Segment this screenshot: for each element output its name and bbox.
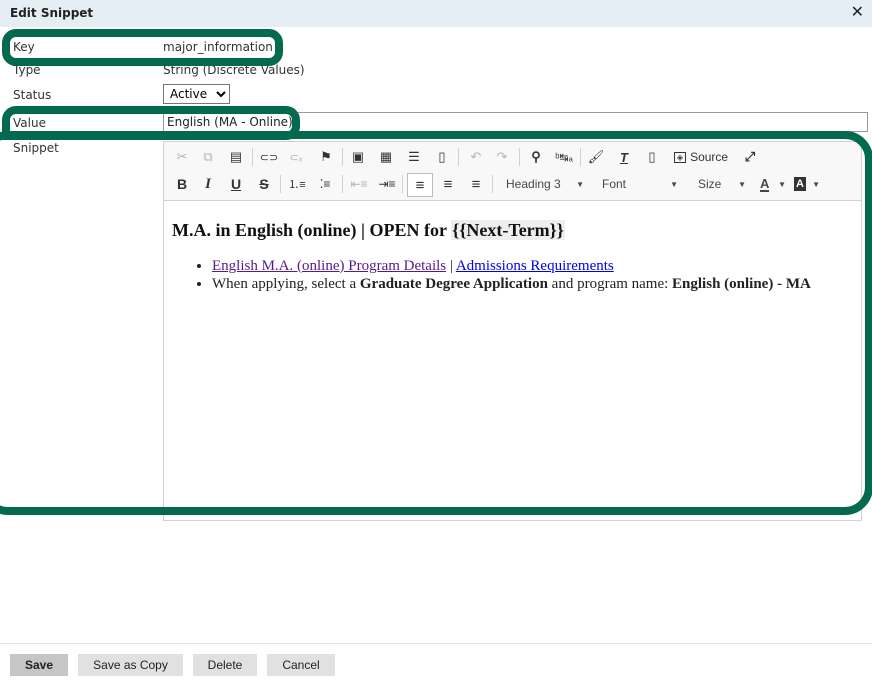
font-combo[interactable]: Font ▼ <box>602 173 678 195</box>
status-label: Status <box>13 88 52 102</box>
toolbar-separator <box>342 175 343 193</box>
remove-format-icon[interactable]: T <box>614 146 634 168</box>
toolbar-separator <box>342 148 343 166</box>
snippet-label: Snippet <box>13 141 59 155</box>
save-as-copy-button[interactable]: Save as Copy <box>78 654 183 676</box>
toolbar-separator <box>580 148 581 166</box>
next-term-placeholder: {{Next-Term}} <box>451 220 565 240</box>
list-item: When applying, select a Graduate Degree … <box>212 275 853 293</box>
align-right-icon[interactable]: ≡ <box>466 173 486 195</box>
horizontal-line-icon[interactable]: ☰ <box>404 146 424 168</box>
list-item: English M.A. (online) Program Details | … <box>212 257 853 275</box>
editor-content[interactable]: M.A. in English (online) | OPEN for {{Ne… <box>172 220 853 293</box>
numbered-list-icon[interactable]: ⒈≡ <box>286 173 308 195</box>
size-combo-value: Size <box>698 177 722 191</box>
increase-indent-icon[interactable]: ⇥≡ <box>376 173 398 195</box>
format-combo[interactable]: Heading 3 ▼ <box>506 173 584 195</box>
replace-icon[interactable]: ᵇ↹ₐ <box>554 146 574 168</box>
key-value: major_information <box>163 40 273 54</box>
unlink-icon[interactable]: ⊂ₓ <box>286 146 306 168</box>
toolbar-separator <box>280 175 281 193</box>
copy-format-icon[interactable]: 🖌 <box>586 146 606 168</box>
admissions-requirements-link[interactable]: Admissions Requirements <box>456 258 614 274</box>
delete-button[interactable]: Delete <box>193 654 257 676</box>
heading-text: M.A. in English (online) | OPEN for <box>172 220 452 240</box>
dialog-title: Edit Snippet <box>10 6 94 20</box>
undo-icon[interactable]: ↶ <box>466 146 486 168</box>
list-bold-text: English (online) - MA <box>672 276 811 292</box>
text-color-button[interactable]: A ▼ <box>760 173 786 195</box>
chevron-down-icon: ▼ <box>778 179 786 189</box>
toolbar-separator <box>492 175 493 193</box>
source-icon: ◈ <box>673 151 687 163</box>
paste-icon[interactable]: ▤ <box>226 146 246 168</box>
editor-toolbar: ✂ ⧉ ▤ ⊂⊃ ⊂ₓ ⚑ ▣ ▦ ☰ ▯ ↶ ↷ ⚲ ᵇ↹ₐ 🖌 T ▯ ◈ … <box>164 142 861 201</box>
bulleted-list-icon[interactable]: ⁚≡ <box>314 173 336 195</box>
redo-icon[interactable]: ↷ <box>492 146 512 168</box>
toolbar-separator <box>402 175 403 193</box>
anchor-flag-icon[interactable]: ⚑ <box>316 146 336 168</box>
align-left-icon[interactable]: ≡ <box>407 173 433 197</box>
link-separator: | <box>446 258 456 274</box>
toolbar-separator <box>519 148 520 166</box>
chevron-down-icon: ▼ <box>812 179 820 189</box>
link-icon[interactable]: ⊂⊃ <box>259 146 279 168</box>
type-value: String (Discrete Values) <box>163 63 305 77</box>
image-icon[interactable]: ▣ <box>348 146 368 168</box>
value-label: Value <box>13 116 46 130</box>
source-label: Source <box>690 150 729 164</box>
font-combo-value: Font <box>602 177 627 191</box>
format-combo-value: Heading 3 <box>506 177 561 191</box>
snippet-bullet-list: English M.A. (online) Program Details | … <box>172 257 853 293</box>
dialog-titlebar: Edit Snippet ✕ <box>0 0 872 27</box>
size-combo[interactable]: Size ▼ <box>698 173 746 195</box>
show-blocks-icon[interactable]: ▯ <box>642 146 662 168</box>
maximize-icon[interactable]: ⤢ <box>740 146 760 168</box>
value-input[interactable] <box>163 112 868 132</box>
underline-icon[interactable]: U <box>226 173 246 195</box>
copy-icon[interactable]: ⧉ <box>198 146 218 168</box>
find-icon[interactable]: ⚲ <box>526 146 546 168</box>
toolbar-separator <box>458 148 459 166</box>
toolbar-separator <box>252 148 253 166</box>
chevron-down-icon: ▼ <box>670 179 678 189</box>
align-center-icon[interactable]: ≡ <box>438 173 458 195</box>
decrease-indent-icon[interactable]: ⇤≡ <box>348 173 370 195</box>
footer-divider <box>0 643 872 644</box>
list-text: When applying, select a <box>212 276 360 292</box>
italic-icon[interactable]: I <box>198 173 218 195</box>
source-button[interactable]: ◈ Source <box>670 146 732 168</box>
bold-icon[interactable]: B <box>172 173 192 195</box>
rich-text-editor: ✂ ⧉ ▤ ⊂⊃ ⊂ₓ ⚑ ▣ ▦ ☰ ▯ ↶ ↷ ⚲ ᵇ↹ₐ 🖌 T ▯ ◈ … <box>163 141 862 521</box>
background-color-icon: A <box>794 177 806 191</box>
background-color-button[interactable]: A ▼ <box>794 173 820 195</box>
save-button[interactable]: Save <box>10 654 68 676</box>
table-icon[interactable]: ▦ <box>376 146 396 168</box>
key-label: Key <box>13 40 35 54</box>
page-break-icon[interactable]: ▯ <box>432 146 452 168</box>
chevron-down-icon: ▼ <box>738 179 746 189</box>
chevron-down-icon: ▼ <box>576 179 584 189</box>
close-icon[interactable]: ✕ <box>851 3 864 21</box>
strikethrough-icon[interactable]: S <box>254 173 274 195</box>
text-color-icon: A <box>760 175 770 192</box>
status-select[interactable]: Active <box>163 84 230 104</box>
program-details-link[interactable]: English M.A. (online) Program Details <box>212 258 446 274</box>
type-label: Type <box>13 63 41 77</box>
cancel-button[interactable]: Cancel <box>267 654 335 676</box>
list-bold-text: Graduate Degree Application <box>359 276 548 292</box>
snippet-heading: M.A. in English (online) | OPEN for {{Ne… <box>172 220 853 241</box>
cut-icon[interactable]: ✂ <box>172 146 192 168</box>
list-text: and program name: <box>547 276 673 292</box>
